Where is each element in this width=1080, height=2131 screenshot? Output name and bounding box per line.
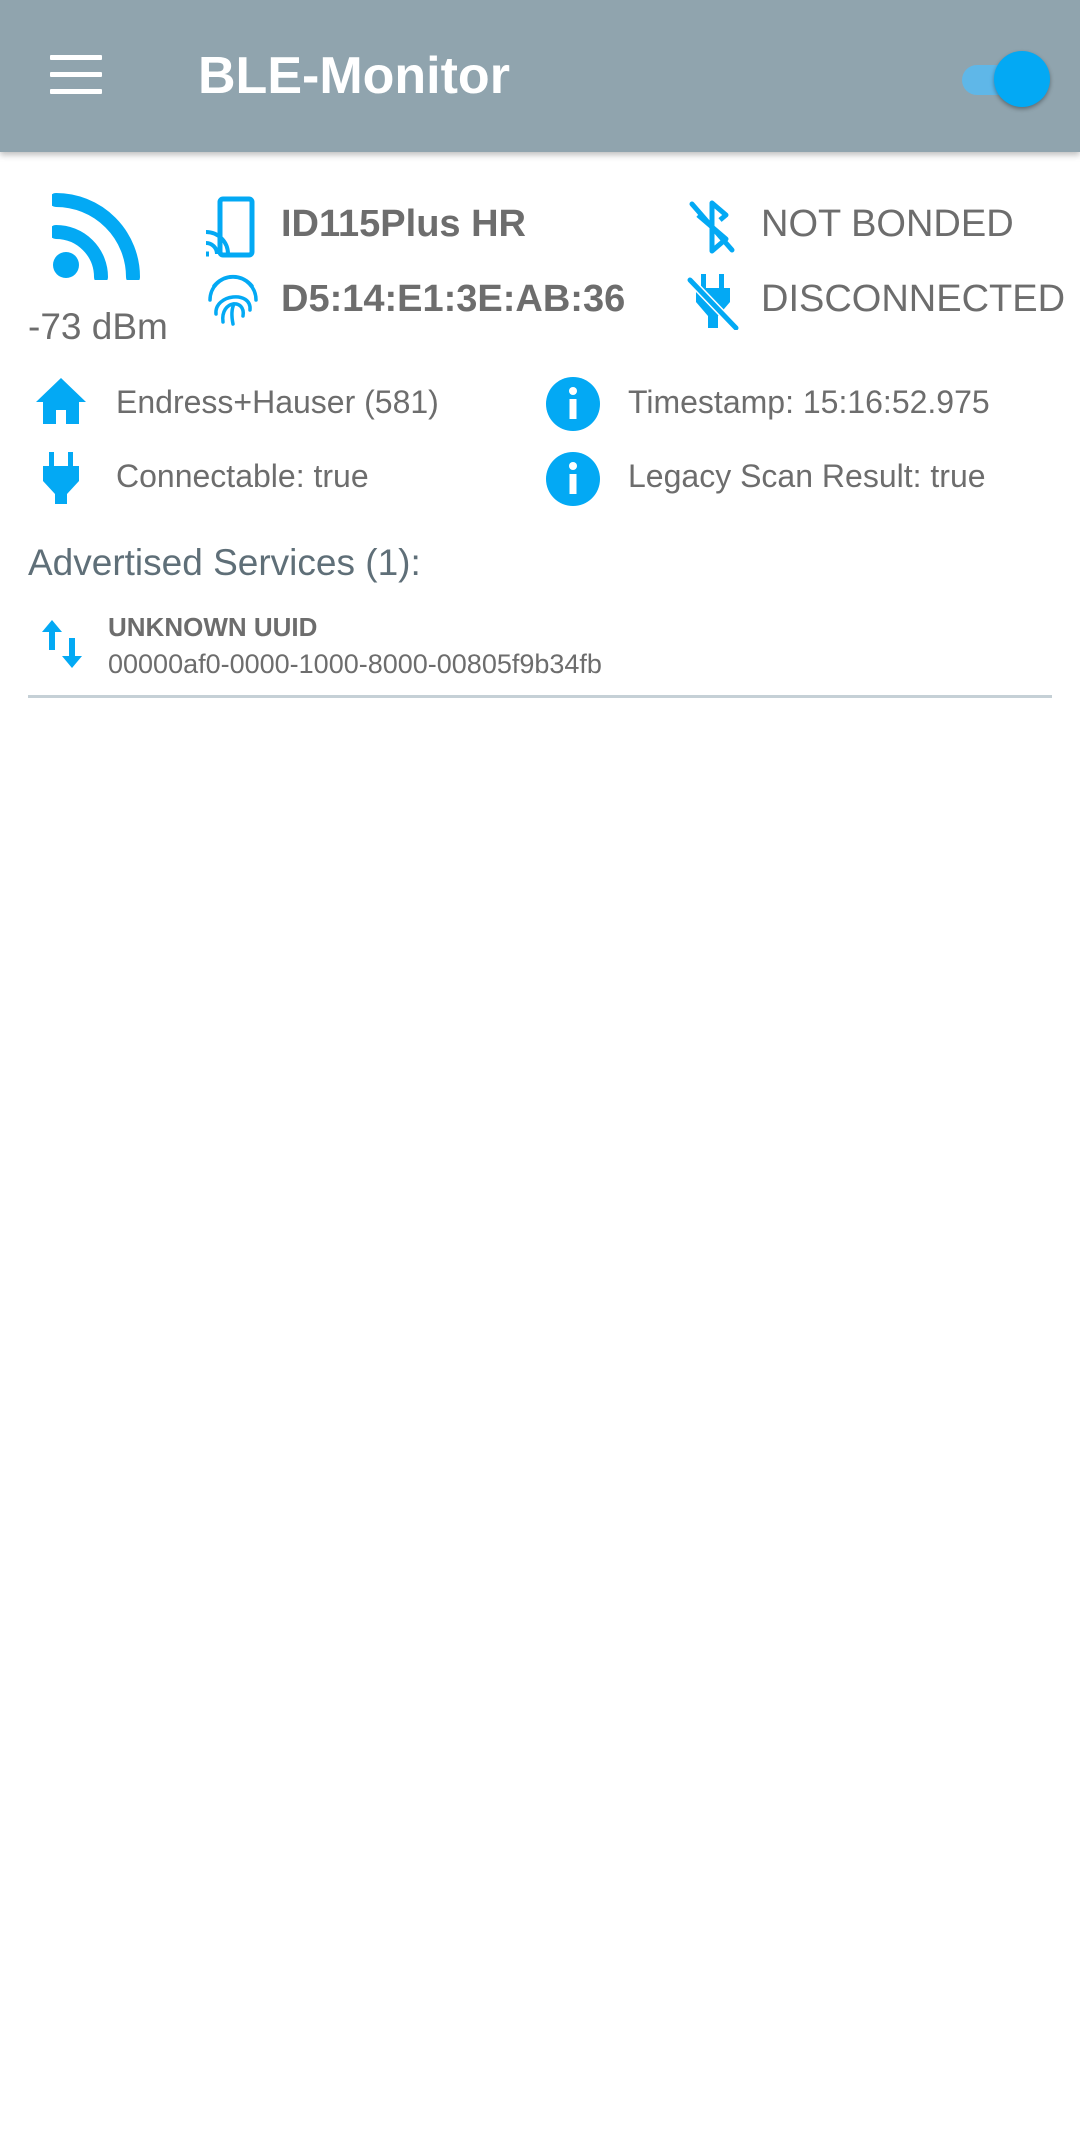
swap-vertical-icon — [42, 620, 82, 668]
bluetooth-disabled-icon — [689, 200, 735, 254]
service-name: UNKNOWN UUID — [108, 612, 318, 642]
connection-state: DISCONNECTED — [761, 278, 1066, 320]
menu-icon[interactable] — [50, 55, 104, 95]
bond-state: NOT BONDED — [761, 203, 1014, 245]
legacy-scan-result: Legacy Scan Result: true — [628, 458, 986, 494]
services-title: Advertised Services (1): — [28, 542, 421, 583]
device-name: ID115Plus HR — [281, 203, 526, 245]
power-off-icon — [687, 274, 739, 330]
app-bar: BLE-Monitor — [0, 0, 1080, 152]
connectable: Connectable: true — [116, 458, 369, 494]
manufacturer: Endress+Hauser (581) — [116, 384, 439, 420]
service-uuid: 00000af0-0000-1000-8000-00805f9b34fb — [108, 649, 602, 679]
power-plug-icon — [43, 452, 79, 504]
signal-icon — [52, 193, 140, 280]
toggle-thumb — [994, 51, 1050, 107]
info-icon — [546, 452, 600, 506]
info-icon — [546, 377, 600, 431]
home-icon — [36, 378, 86, 424]
device-address: D5:14:E1:3E:AB:36 — [281, 278, 626, 320]
device-cast-icon — [205, 196, 255, 258]
fingerprint-icon — [208, 274, 258, 326]
rssi-value: -73 dBm — [28, 306, 168, 347]
app-title: BLE-Monitor — [198, 47, 510, 105]
divider — [28, 695, 1052, 698]
timestamp: Timestamp: 15:16:52.975 — [628, 384, 990, 420]
scan-toggle[interactable] — [958, 48, 1052, 110]
